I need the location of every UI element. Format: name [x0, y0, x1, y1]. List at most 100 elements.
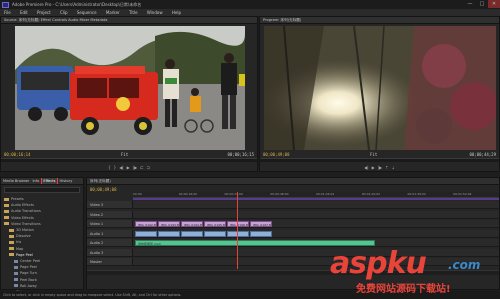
menu-edit[interactable]: Edit [20, 10, 28, 15]
timeline-timecode[interactable]: 00;00;49;08 [90, 187, 117, 192]
ruler-tick-label: 00;00;32;00 [224, 192, 243, 196]
track-header-label[interactable]: Video 2 [87, 210, 133, 218]
video-clip[interactable]: IMG_0192.MOV [135, 221, 157, 227]
close-button[interactable]: ✕ [488, 0, 500, 8]
track-header-label[interactable]: Audio 1 [87, 229, 133, 237]
track-video[interactable]: Video 3 [87, 201, 499, 209]
ruler-tick-label: 00;00;16;00 [178, 192, 198, 196]
track-audio[interactable]: Audio 1 [87, 229, 499, 238]
effects-item-label: Page Turn [20, 271, 38, 276]
source-timecode-in[interactable]: 00;00;16;14 [4, 152, 31, 157]
menu-help[interactable]: Help [172, 10, 181, 15]
linked-audio-clip[interactable] [135, 230, 157, 237]
work-area-bar[interactable] [133, 198, 499, 200]
effects-item-label: Map [16, 246, 24, 251]
ruler-tick-label: 00;00 [133, 192, 142, 196]
watermark-subtitle: 免费网站源码下载站! [356, 284, 451, 295]
video-clip[interactable]: IMG_0197.MOV [250, 221, 272, 227]
program-play-icon[interactable]: ▶ [372, 165, 375, 170]
watermark-tld: .com [448, 258, 481, 272]
effects-item-label: Page Peel [16, 252, 33, 257]
video-clip[interactable]: IMG_0196.MOV [227, 221, 249, 227]
source-monitor-tab[interactable]: Source: 序列(无标题) Effect Controls Audio Mi… [1, 17, 257, 24]
step-back-icon[interactable]: ◀| [119, 165, 123, 170]
program-monitor-panel: Program: 序列(无标题) 00;00;49;08 Fit 00;00;4… [259, 16, 500, 172]
tab-info[interactable]: Info [33, 178, 40, 184]
menu-bar: File Edit Project Clip Sequence Marker T… [0, 9, 500, 16]
maximize-button[interactable]: □ [476, 0, 488, 8]
menu-sequence[interactable]: Sequence [77, 10, 97, 15]
linked-audio-clip[interactable] [204, 230, 226, 237]
playhead[interactable] [237, 192, 238, 269]
transition-icon [14, 271, 18, 275]
effects-item-label: Audio Effects [11, 203, 34, 208]
track-video[interactable]: Video 2 [87, 210, 499, 219]
ruler-tick-label: 00;01;36;02 [407, 192, 426, 196]
effects-item-label: Center Peel [20, 259, 41, 264]
menu-file[interactable]: File [4, 10, 11, 15]
program-step-forward-icon[interactable]: |▶ [378, 165, 382, 170]
mark-in-icon[interactable]: { [108, 165, 111, 170]
linked-audio-clip[interactable] [181, 230, 203, 237]
track-video[interactable]: Video 1IMG_0192.MOVIMG_0193.MOVIMG_0194.… [87, 220, 499, 228]
video-clip[interactable]: IMG_0194.MOV [181, 221, 203, 227]
program-monitor-tab[interactable]: Program: 序列(无标题) [260, 17, 499, 24]
effects-tree: Presets Audio Effects Audio Transitions Vid… [1, 194, 83, 299]
menu-project[interactable]: Project [37, 10, 51, 15]
overwrite-icon[interactable]: ⊐ [147, 165, 150, 170]
menu-window[interactable]: Window [147, 10, 163, 15]
menu-clip[interactable]: Clip [60, 10, 68, 15]
source-timecode-out: 00;00;16;15 [227, 152, 255, 157]
program-frame-image [264, 26, 496, 150]
window-title: Adobe Premiere Pro - C:\Users\Administra… [12, 2, 142, 7]
effects-item-label: Iris [16, 240, 22, 245]
track-header-label[interactable]: Video 1 [87, 220, 133, 227]
effects-item-label: Dissolve [16, 234, 31, 239]
program-video-frame [264, 26, 496, 150]
ruler-tick-label: 00;01;04;02 [316, 192, 335, 196]
track-header-label[interactable]: Master [87, 258, 133, 265]
play-icon[interactable]: ▶ [127, 165, 130, 170]
source-zoom-select[interactable]: Fit [121, 152, 128, 157]
mark-out-icon[interactable]: } [114, 165, 117, 170]
program-step-back-icon[interactable]: ◀| [364, 165, 368, 170]
premiere-app-icon [2, 1, 9, 8]
folder-icon [9, 253, 14, 257]
folder-icon [4, 222, 9, 226]
effects-item-label: Roll Away [20, 283, 37, 288]
tab-history[interactable]: History [60, 178, 73, 184]
menu-title[interactable]: Title [129, 10, 138, 15]
extract-icon[interactable]: ⇣ [391, 165, 394, 170]
video-clip[interactable]: IMG_0195.MOV [204, 221, 226, 227]
program-timecode-in[interactable]: 00;00;49;08 [263, 152, 290, 157]
lift-icon[interactable]: ⇡ [385, 165, 388, 170]
track-header-label[interactable]: Audio 3 [87, 248, 133, 256]
folder-icon [4, 216, 9, 220]
tab-media-browser[interactable]: Media Browser [3, 178, 30, 184]
tab-effects[interactable]: Effects [41, 178, 58, 184]
timeline-tab[interactable]: 序列(无标题) [87, 178, 499, 185]
insert-icon[interactable]: ⊏ [140, 165, 143, 170]
effects-search-input[interactable] [4, 187, 80, 193]
track-header-label[interactable]: Video 3 [87, 201, 133, 208]
linked-audio-clip[interactable] [158, 230, 180, 237]
linked-audio-clip[interactable] [227, 230, 249, 237]
effects-item-label: Page Peel [20, 265, 37, 270]
track-header-label[interactable]: Audio 2 [87, 239, 133, 246]
minimize-button[interactable]: — [464, 0, 476, 8]
effects-panel-tabs: Media Browser Info Effects History [1, 178, 83, 185]
watermark-brand: aspku [330, 246, 427, 281]
linked-audio-clip[interactable] [250, 230, 272, 237]
step-forward-icon[interactable]: |▶ [133, 165, 137, 170]
effects-panel: Media Browser Info Effects History Prese… [0, 177, 84, 299]
site-watermark: aspku .com 免费网站源码下载站! [330, 246, 500, 299]
program-zoom-select[interactable]: Fit [370, 152, 377, 157]
transition-icon [14, 259, 18, 263]
program-transport-controls: ◀| ▶ |▶ ⇡ ⇣ [260, 161, 499, 173]
video-clip[interactable]: IMG_0193.MOV [158, 221, 180, 227]
ruler-tick-label: 00;00;48;00 [270, 192, 289, 196]
transition-icon [14, 284, 18, 288]
source-monitor-panel: Source: 序列(无标题) Effect Controls Audio Mi… [0, 16, 258, 172]
menu-marker[interactable]: Marker [106, 10, 120, 15]
ruler-tick-label: 00;01;20;02 [361, 192, 381, 196]
